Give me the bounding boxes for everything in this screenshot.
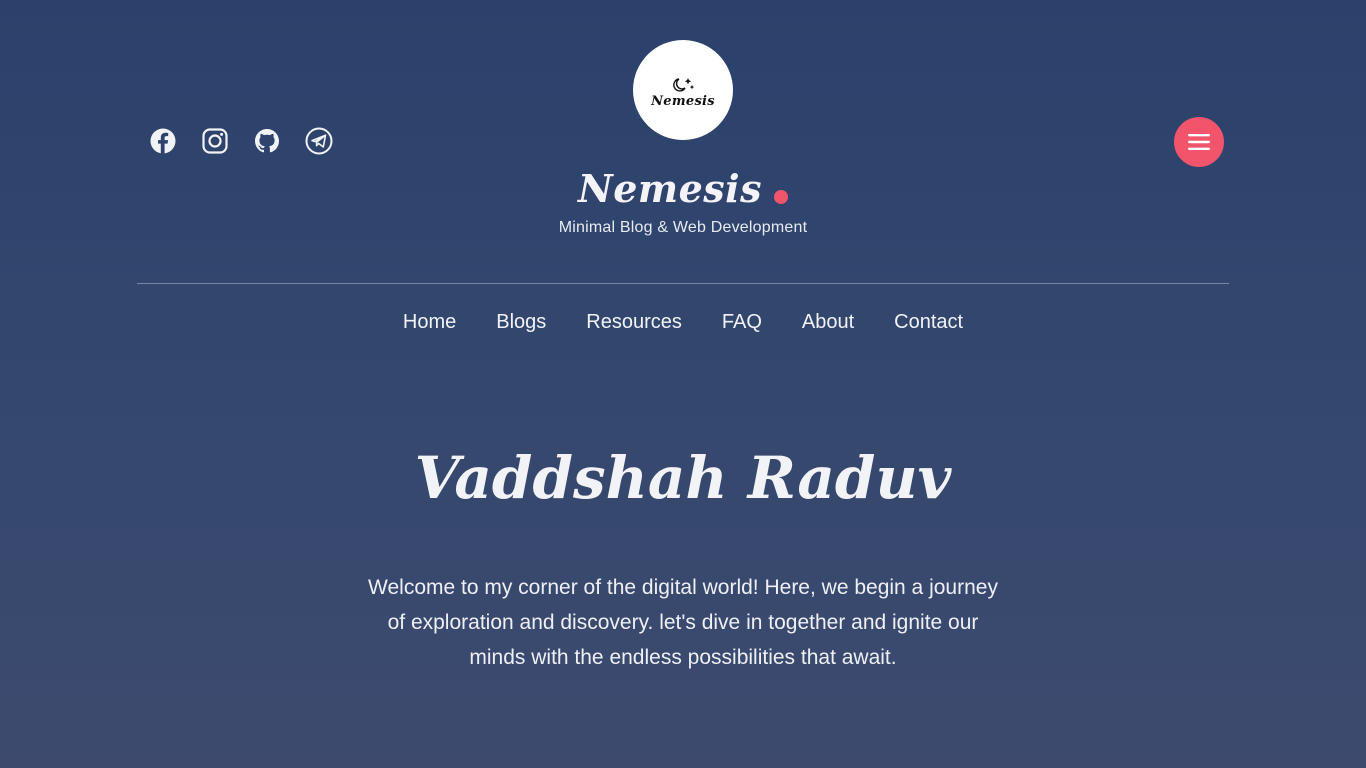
facebook-link[interactable] [148, 126, 178, 156]
social-links [148, 126, 356, 156]
instagram-icon [202, 128, 228, 154]
facebook-icon [150, 128, 176, 154]
nav-home[interactable]: Home [403, 308, 456, 336]
header-divider [137, 283, 1229, 284]
nav-blogs[interactable]: Blogs [496, 308, 546, 336]
github-link[interactable] [252, 126, 282, 156]
nav-contact[interactable]: Contact [894, 308, 963, 336]
site-title[interactable]: Nemesis [578, 166, 762, 211]
menu-button[interactable] [1174, 117, 1224, 167]
main-nav: Home Blogs Resources FAQ About Contact [0, 308, 1366, 336]
logo-wordmark: Nemesis [651, 93, 715, 109]
instagram-link[interactable] [200, 126, 230, 156]
nav-about[interactable]: About [802, 308, 854, 336]
hero-description: Welcome to my corner of the digital worl… [368, 576, 998, 669]
github-icon [255, 129, 279, 153]
telegram-icon [305, 127, 333, 155]
hero-title: Vaddshah Raduv [414, 444, 952, 512]
site-tagline: Minimal Blog & Web Development [558, 219, 808, 236]
site-logo[interactable]: Nemesis [633, 40, 733, 140]
site-title-block: Nemesis [0, 162, 1366, 216]
hamburger-icon [1188, 134, 1210, 150]
title-accent-dot [774, 190, 789, 204]
nav-resources[interactable]: Resources [586, 308, 682, 336]
telegram-link[interactable] [304, 126, 334, 156]
moon-stars-icon [673, 77, 695, 92]
nav-faq[interactable]: FAQ [722, 308, 762, 336]
